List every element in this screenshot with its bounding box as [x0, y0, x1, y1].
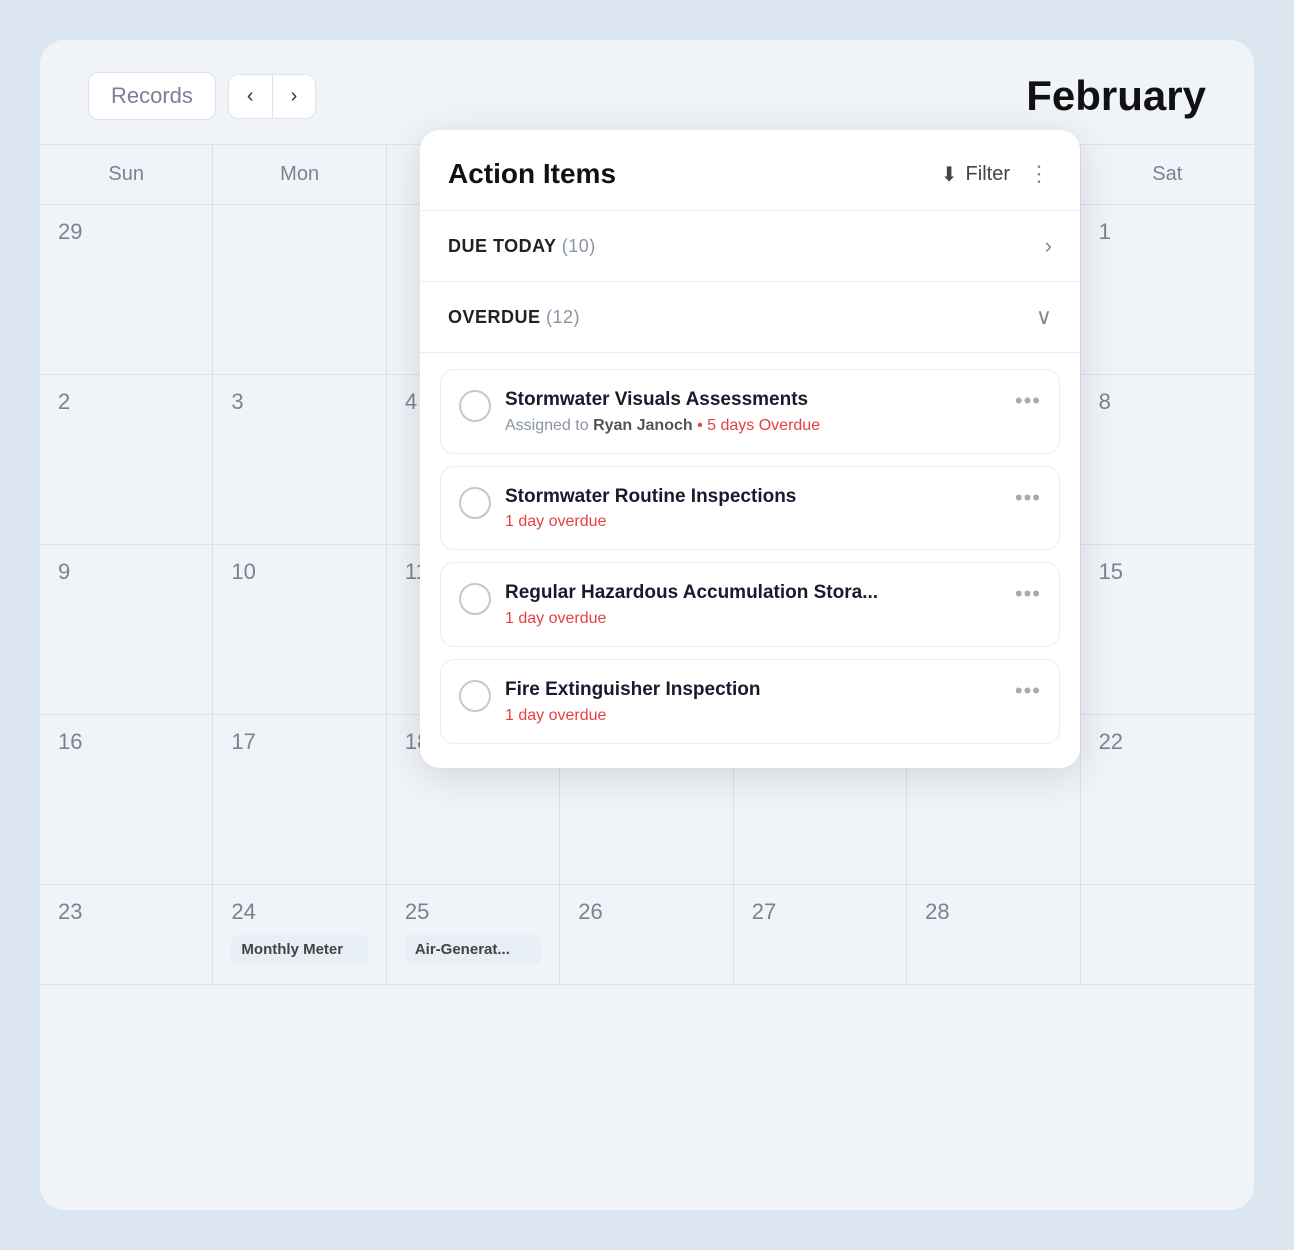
action-item-left: Fire Extinguisher Inspection 1 day overd… [459, 678, 761, 725]
cal-date: 9 [58, 559, 70, 584]
cal-date: 16 [58, 729, 82, 754]
cal-cell-empty-end[interactable] [1081, 885, 1254, 985]
due-today-chevron-right-icon: › [1045, 233, 1052, 259]
cal-date: 22 [1099, 729, 1123, 754]
cal-cell-2[interactable]: 2 [40, 375, 213, 545]
overdue-text: 1 day overdue [505, 610, 606, 627]
more-options-button[interactable]: ⋮ [1028, 161, 1052, 187]
action-item-text: Stormwater Visuals Assessments Assigned … [505, 388, 820, 435]
action-item-checkbox[interactable] [459, 487, 491, 519]
cal-cell-28[interactable]: 28 [907, 885, 1080, 985]
cal-cell-24[interactable]: 24 Monthly Meter [213, 885, 386, 985]
action-item-hazardous[interactable]: Regular Hazardous Accumulation Stora... … [440, 562, 1060, 647]
cal-date: 25 [405, 899, 429, 924]
cal-date: 17 [231, 729, 255, 754]
cal-cell-27[interactable]: 27 [734, 885, 907, 985]
cal-event-air-generat: Air-Generat... [405, 935, 541, 964]
action-item-text: Stormwater Routine Inspections 1 day ove… [505, 485, 796, 532]
cal-cell-29[interactable]: 29 [40, 205, 213, 375]
action-item-title: Stormwater Visuals Assessments [505, 388, 820, 413]
action-item-more-button[interactable]: ••• [1007, 678, 1041, 704]
cal-cell-10[interactable]: 10 [213, 545, 386, 715]
cal-event-monthly-meter: Monthly Meter [231, 935, 367, 964]
month-title: February [1026, 72, 1206, 120]
action-item-sub: Assigned to Ryan Janoch • 5 days Overdue [505, 417, 820, 435]
action-items-list: Stormwater Visuals Assessments Assigned … [420, 353, 1080, 760]
overdue-label: OVERDUE (12) [448, 307, 580, 328]
action-items-panel: Action Items ⬇ Filter ⋮ DUE TODAY (10) ›… [420, 130, 1080, 768]
cal-cell-22[interactable]: 22 [1081, 715, 1254, 885]
action-item-stormwater-visuals[interactable]: Stormwater Visuals Assessments Assigned … [440, 369, 1060, 454]
action-item-text: Fire Extinguisher Inspection 1 day overd… [505, 678, 761, 725]
action-item-more-button[interactable]: ••• [1007, 581, 1041, 607]
action-item-title: Fire Extinguisher Inspection [505, 678, 761, 703]
action-item-left: Regular Hazardous Accumulation Stora... … [459, 581, 878, 628]
cal-cell-16[interactable]: 16 [40, 715, 213, 885]
action-item-more-button[interactable]: ••• [1007, 388, 1041, 414]
action-item-title: Regular Hazardous Accumulation Stora... [505, 581, 878, 606]
action-item-left: Stormwater Visuals Assessments Assigned … [459, 388, 820, 435]
cal-date: 15 [1099, 559, 1123, 584]
action-item-checkbox[interactable] [459, 680, 491, 712]
next-button[interactable]: › [272, 74, 317, 119]
download-icon: ⬇ [941, 162, 958, 187]
cal-date: 1 [1099, 219, 1111, 244]
day-header-sun: Sun [40, 145, 213, 204]
cal-date: 29 [58, 219, 82, 244]
action-item-checkbox[interactable] [459, 583, 491, 615]
cal-cell-17[interactable]: 17 [213, 715, 386, 885]
records-button[interactable]: Records [88, 72, 216, 120]
nav-button-group: ‹ › [228, 74, 316, 119]
cal-date: 26 [578, 899, 602, 924]
cal-cell-3[interactable]: 3 [213, 375, 386, 545]
action-item-checkbox[interactable] [459, 390, 491, 422]
overdue-chevron-down-icon: ∨ [1036, 304, 1052, 330]
action-panel-title: Action Items [448, 158, 616, 190]
action-item-sub: 1 day overdue [505, 513, 796, 531]
action-item-sub: 1 day overdue [505, 610, 878, 628]
action-item-text: Regular Hazardous Accumulation Stora... … [505, 581, 878, 628]
filter-button[interactable]: ⬇ Filter [941, 162, 1010, 187]
cal-cell-9[interactable]: 9 [40, 545, 213, 715]
prev-button[interactable]: ‹ [228, 74, 272, 119]
header-left: Records ‹ › [88, 72, 316, 120]
cal-cell-mon1[interactable] [213, 205, 386, 375]
cal-cell-23[interactable]: 23 [40, 885, 213, 985]
cal-date: 3 [231, 389, 243, 414]
due-today-section[interactable]: DUE TODAY (10) › [420, 211, 1080, 282]
cal-date: 8 [1099, 389, 1111, 414]
overdue-text: 1 day overdue [505, 707, 606, 724]
cal-cell-25[interactable]: 25 Air-Generat... [387, 885, 560, 985]
overdue-count: (12) [546, 307, 580, 327]
due-today-label: DUE TODAY (10) [448, 236, 596, 257]
overdue-section[interactable]: OVERDUE (12) ∨ [420, 282, 1080, 353]
day-header-mon: Mon [213, 145, 386, 204]
cal-cell-sat1[interactable]: 1 [1081, 205, 1254, 375]
action-item-left: Stormwater Routine Inspections 1 day ove… [459, 485, 796, 532]
day-header-sat: Sat [1081, 145, 1254, 204]
cal-date: 28 [925, 899, 949, 924]
cal-cell-26[interactable]: 26 [560, 885, 733, 985]
action-item-stormwater-routine[interactable]: Stormwater Routine Inspections 1 day ove… [440, 466, 1060, 551]
overdue-text: 1 day overdue [505, 513, 606, 530]
cal-cell-15[interactable]: 15 [1081, 545, 1254, 715]
action-panel-header: Action Items ⬇ Filter ⋮ [420, 130, 1080, 211]
due-today-count: (10) [562, 236, 596, 256]
overdue-text: • 5 days Overdue [693, 417, 820, 434]
action-item-title: Stormwater Routine Inspections [505, 485, 796, 510]
action-item-fire-extinguisher[interactable]: Fire Extinguisher Inspection 1 day overd… [440, 659, 1060, 744]
action-panel-actions: ⬇ Filter ⋮ [941, 161, 1052, 187]
assigned-name: Ryan Janoch [593, 417, 693, 434]
cal-date: 4 [405, 389, 417, 414]
action-item-sub: 1 day overdue [505, 707, 761, 725]
cal-date: 10 [231, 559, 255, 584]
cal-date: 23 [58, 899, 82, 924]
filter-label: Filter [966, 163, 1010, 186]
cal-date: 24 [231, 899, 255, 924]
cal-date: 2 [58, 389, 70, 414]
cal-date: 27 [752, 899, 776, 924]
app-container: Records ‹ › February Sun Mon Tue Wed Thu… [40, 40, 1254, 1210]
cal-cell-8[interactable]: 8 [1081, 375, 1254, 545]
action-item-more-button[interactable]: ••• [1007, 485, 1041, 511]
